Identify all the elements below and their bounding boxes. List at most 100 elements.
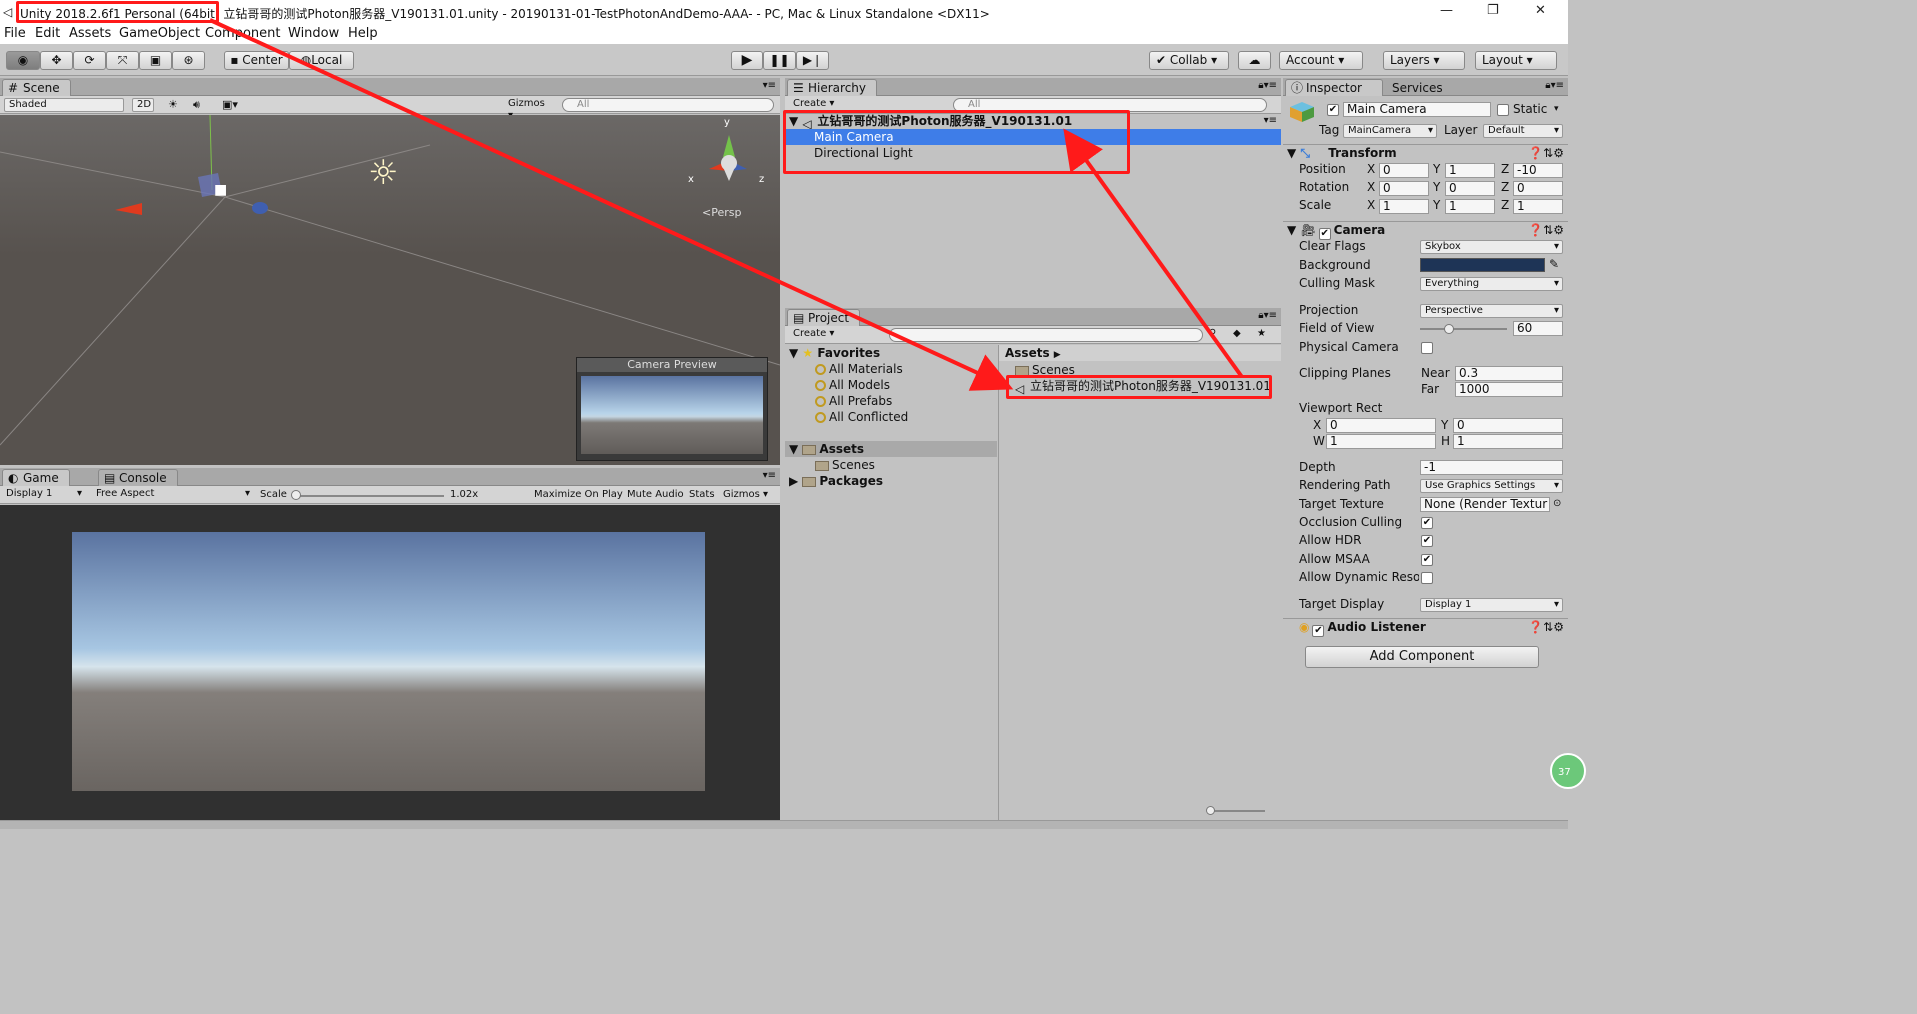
object-picker-icon[interactable]: ⊙	[1553, 498, 1561, 509]
packages-row[interactable]: ▶ Packages	[785, 473, 997, 489]
persp-label[interactable]: <Persp	[702, 206, 741, 219]
content-scene-file[interactable]: ◁ 立钻哥哥的测试Photon服务器_V190131.01	[999, 378, 1281, 396]
maximize-on-play-toggle[interactable]: Maximize On Play	[534, 489, 623, 500]
filter-label-icon[interactable]: ◆	[1233, 328, 1241, 339]
mute-audio-toggle[interactable]: Mute Audio	[627, 489, 684, 500]
game-viewport[interactable]	[0, 505, 780, 829]
scale-y-field[interactable]: 1	[1445, 199, 1495, 214]
rotation-z-field[interactable]: 0	[1513, 181, 1563, 196]
occlusion-culling-checkbox[interactable]: ✔	[1421, 517, 1433, 529]
scale-slider[interactable]	[291, 490, 444, 500]
project-create-dropdown[interactable]: Create ▾	[789, 328, 841, 342]
favorite-item[interactable]: All Conflicted	[785, 409, 997, 425]
lighting-toggle-icon[interactable]: ☀	[168, 98, 178, 111]
hierarchy-item-directional-light[interactable]: Directional Light	[785, 145, 1281, 161]
far-field[interactable]: 1000	[1455, 382, 1563, 397]
layers-dropdown[interactable]: Layers ▾	[1383, 51, 1465, 70]
favorite-star-icon[interactable]: ★	[1257, 328, 1266, 339]
tab-scene[interactable]: # Scene	[2, 79, 71, 96]
scale-x-field[interactable]: 1	[1379, 199, 1429, 214]
shading-dropdown[interactable]: Shaded	[4, 98, 124, 112]
rotation-x-field[interactable]: 0	[1379, 181, 1429, 196]
view-tool-button[interactable]: ◉	[6, 51, 40, 70]
favorites-row[interactable]: ▼ ★ Favorites	[785, 345, 997, 361]
background-color-field[interactable]	[1420, 258, 1545, 272]
hierarchy-item-main-camera[interactable]: Main Camera	[785, 129, 1281, 145]
clear-flags-dropdown[interactable]: Skybox ▾	[1420, 240, 1563, 254]
assets-row[interactable]: ▼ Assets	[785, 441, 997, 457]
allow-msaa-checkbox[interactable]: ✔	[1421, 554, 1433, 566]
maximize-button[interactable]: ❐	[1487, 3, 1499, 18]
tab-game[interactable]: ◐ Game	[2, 469, 70, 486]
near-field[interactable]: 0.3	[1455, 366, 1563, 381]
tab-services[interactable]: Services	[1383, 79, 1468, 96]
object-name-field[interactable]: Main Camera	[1343, 102, 1491, 117]
position-x-field[interactable]: 0	[1379, 163, 1429, 178]
favorite-item[interactable]: All Models	[785, 377, 997, 393]
component-menu-icon[interactable]: ❓⇅⚙	[1528, 619, 1564, 636]
viewport-x-field[interactable]: 0	[1326, 418, 1436, 433]
menu-file[interactable]: File	[4, 26, 26, 41]
game-gizmos-dropdown[interactable]: Gizmos ▾	[723, 489, 768, 500]
collab-dropdown[interactable]: ✔ Collab ▾	[1149, 51, 1229, 70]
panel-menu-icon[interactable]: ▾≡	[763, 470, 776, 481]
component-menu-icon[interactable]: ❓⇅⚙	[1528, 145, 1564, 162]
static-dropdown-icon[interactable]: ▾	[1554, 104, 1559, 114]
eyedropper-icon[interactable]: ✎	[1549, 257, 1559, 271]
hierarchy-scene-row[interactable]: ▼ ◁ 立钻哥哥的测试Photon服务器_V190131.01 ▾≡	[785, 113, 1281, 131]
audio-toggle-icon[interactable]: 🔊︎	[193, 98, 200, 112]
move-tool-button[interactable]: ✥	[40, 51, 73, 70]
menu-window[interactable]: Window	[288, 26, 339, 41]
panel-menu-icon[interactable]: 🔒︎▾≡	[1545, 80, 1564, 91]
tab-hierarchy[interactable]: ☰ Hierarchy	[787, 79, 878, 96]
effects-toggle-icon[interactable]: ▣▾	[222, 98, 238, 111]
favorite-item[interactable]: All Materials	[785, 361, 997, 377]
audio-listener-checkbox[interactable]: ✔	[1312, 625, 1325, 637]
aspect-dropdown[interactable]: Free Aspect ▾	[92, 488, 254, 502]
depth-field[interactable]: -1	[1420, 460, 1563, 475]
tab-inspector[interactable]: ⓘ Inspector	[1285, 79, 1383, 96]
physical-camera-checkbox[interactable]	[1421, 342, 1433, 354]
transform-tool-button[interactable]: ⊛	[172, 51, 205, 70]
projection-dropdown[interactable]: Perspective ▾	[1420, 304, 1563, 318]
target-texture-field[interactable]: None (Render Textur	[1420, 497, 1550, 512]
panel-menu-icon[interactable]: 🔒︎▾≡	[1258, 310, 1277, 321]
rendering-path-dropdown[interactable]: Use Graphics Settings ▾	[1420, 479, 1563, 493]
stats-toggle[interactable]: Stats	[689, 489, 715, 500]
play-button[interactable]: ▶	[731, 51, 763, 70]
close-button[interactable]: ✕	[1535, 3, 1546, 18]
fov-slider[interactable]	[1420, 324, 1507, 334]
favorite-item[interactable]: All Prefabs	[785, 393, 997, 409]
menu-assets[interactable]: Assets	[69, 26, 111, 41]
tag-dropdown[interactable]: MainCamera ▾	[1343, 124, 1437, 138]
menu-gameobject[interactable]: GameObject	[119, 26, 200, 41]
scene-search-input[interactable]: All	[562, 98, 774, 112]
tab-project[interactable]: ▤ Project	[787, 309, 861, 326]
scene-viewport[interactable]: ■ ☼ y x z <Persp Camera Preview	[0, 115, 780, 465]
panel-menu-icon[interactable]: 🔒︎▾≡	[1258, 80, 1277, 91]
scene-menu-icon[interactable]: ▾≡	[1264, 113, 1277, 129]
allow-hdr-checkbox[interactable]: ✔	[1421, 535, 1433, 547]
camera-header[interactable]: ▼ 🎥︎ ✔ Camera ❓⇅⚙	[1283, 221, 1568, 240]
pivot-center-button[interactable]: ▪ Center	[224, 51, 289, 70]
panel-menu-icon[interactable]: ▾≡	[763, 80, 776, 91]
position-y-field[interactable]: 1	[1445, 163, 1495, 178]
viewport-h-field[interactable]: 1	[1453, 434, 1563, 449]
minimize-button[interactable]: —	[1440, 3, 1453, 18]
hierarchy-search-input[interactable]: All	[953, 98, 1267, 112]
toggle-2d-button[interactable]: 2D	[132, 98, 154, 112]
tree-scenes-row[interactable]: Scenes	[785, 457, 997, 473]
active-checkbox[interactable]: ✔	[1327, 104, 1339, 116]
account-dropdown[interactable]: Account ▾	[1279, 51, 1363, 70]
display-dropdown[interactable]: Display 1 ▾	[2, 488, 86, 502]
viewport-y-field[interactable]: 0	[1453, 418, 1563, 433]
project-breadcrumb[interactable]: Assets ▶	[999, 345, 1281, 361]
fov-slider-thumb[interactable]	[1443, 324, 1454, 334]
step-button[interactable]: ▶❘	[796, 51, 829, 70]
add-component-button[interactable]: Add Component	[1305, 646, 1539, 668]
pivot-space-button[interactable]: ◍Local	[289, 51, 354, 70]
camera-gizmo-icon[interactable]: ■	[214, 182, 227, 198]
cloud-button[interactable]: ☁	[1238, 51, 1271, 70]
scene-gizmos-dropdown[interactable]: Gizmos ▾	[504, 98, 552, 121]
menu-help[interactable]: Help	[348, 26, 378, 41]
